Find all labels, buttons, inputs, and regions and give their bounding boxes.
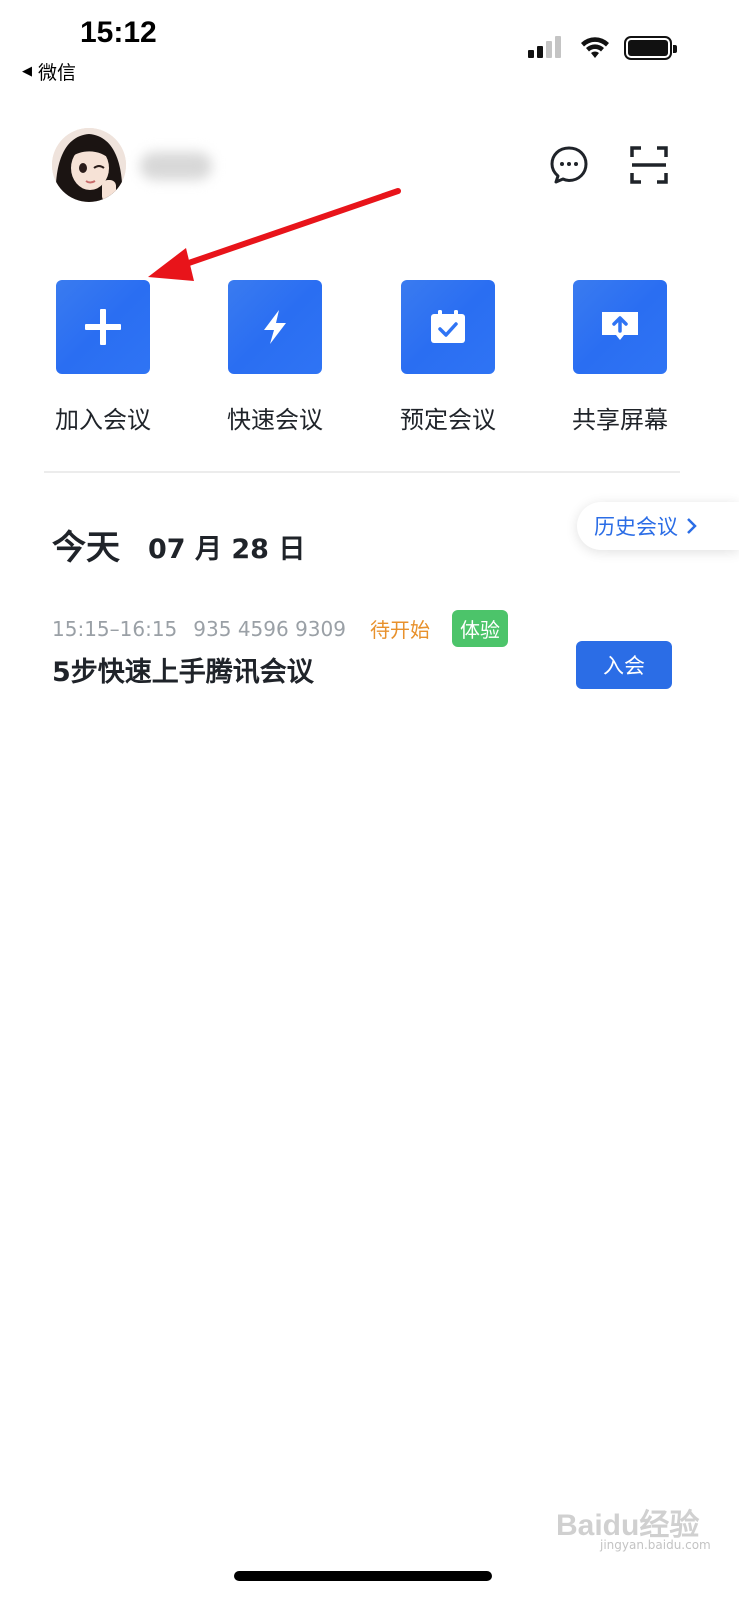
home-indicator[interactable] (234, 1571, 492, 1581)
baidu-watermark-url: jingyan.baidu.com (600, 1538, 711, 1552)
battery-icon (624, 36, 677, 60)
plus-icon (85, 309, 121, 345)
today-heading: 今天 (52, 528, 120, 568)
meeting-title[interactable]: 5步快速上手腾讯会议 (52, 650, 314, 689)
wifi-icon (581, 37, 609, 58)
screen-share-icon (602, 312, 638, 340)
status-time: 15:12 (80, 16, 157, 49)
quick-meeting-label: 快速会议 (227, 406, 323, 434)
join-meeting-tile[interactable] (56, 280, 150, 374)
avatar[interactable] (52, 128, 126, 202)
schedule-meeting-tile[interactable] (401, 280, 495, 374)
join-meeting-action[interactable]: 加入会议 (33, 280, 173, 435)
join-meeting-label: 加入会议 (55, 406, 151, 434)
chevron-right-icon (687, 518, 697, 534)
share-screen-label: 共享屏幕 (572, 406, 668, 434)
back-app-label: 微信 (38, 62, 77, 84)
meeting-meta: 15:15–16:15 935 4596 9309 待开始 体验 (52, 610, 508, 647)
quick-meeting-tile[interactable] (228, 280, 322, 374)
experience-badge: 体验 (451, 610, 508, 647)
scan-icon[interactable] (628, 144, 670, 186)
date-heading: 07 月 28 日 (148, 534, 306, 565)
meeting-id: 935 4596 9309 (193, 616, 346, 641)
history-meetings-label: 历史会议 (594, 515, 678, 539)
join-meeting-button[interactable]: 入会 (576, 641, 672, 689)
chat-bubble-icon[interactable] (548, 144, 590, 186)
calendar-check-icon (431, 310, 465, 343)
schedule-meeting-label: 预定会议 (400, 406, 496, 434)
back-triangle-icon: ◀ (22, 64, 32, 79)
history-meetings-button[interactable]: 历史会议 (577, 502, 739, 550)
share-screen-action[interactable]: 共享屏幕 (550, 280, 690, 435)
meeting-time-range: 15:15–16:15 (52, 616, 178, 641)
quick-meeting-action[interactable]: 快速会议 (205, 280, 345, 435)
cellular-signal-icon (528, 36, 561, 58)
username-blurred (140, 152, 212, 180)
schedule-meeting-action[interactable]: 预定会议 (378, 280, 518, 435)
share-screen-tile[interactable] (573, 280, 667, 374)
back-to-app-button[interactable]: ◀ 微信 (22, 58, 76, 85)
meeting-status: 待开始 (369, 618, 430, 642)
divider (44, 471, 680, 473)
lightning-icon (264, 310, 286, 344)
